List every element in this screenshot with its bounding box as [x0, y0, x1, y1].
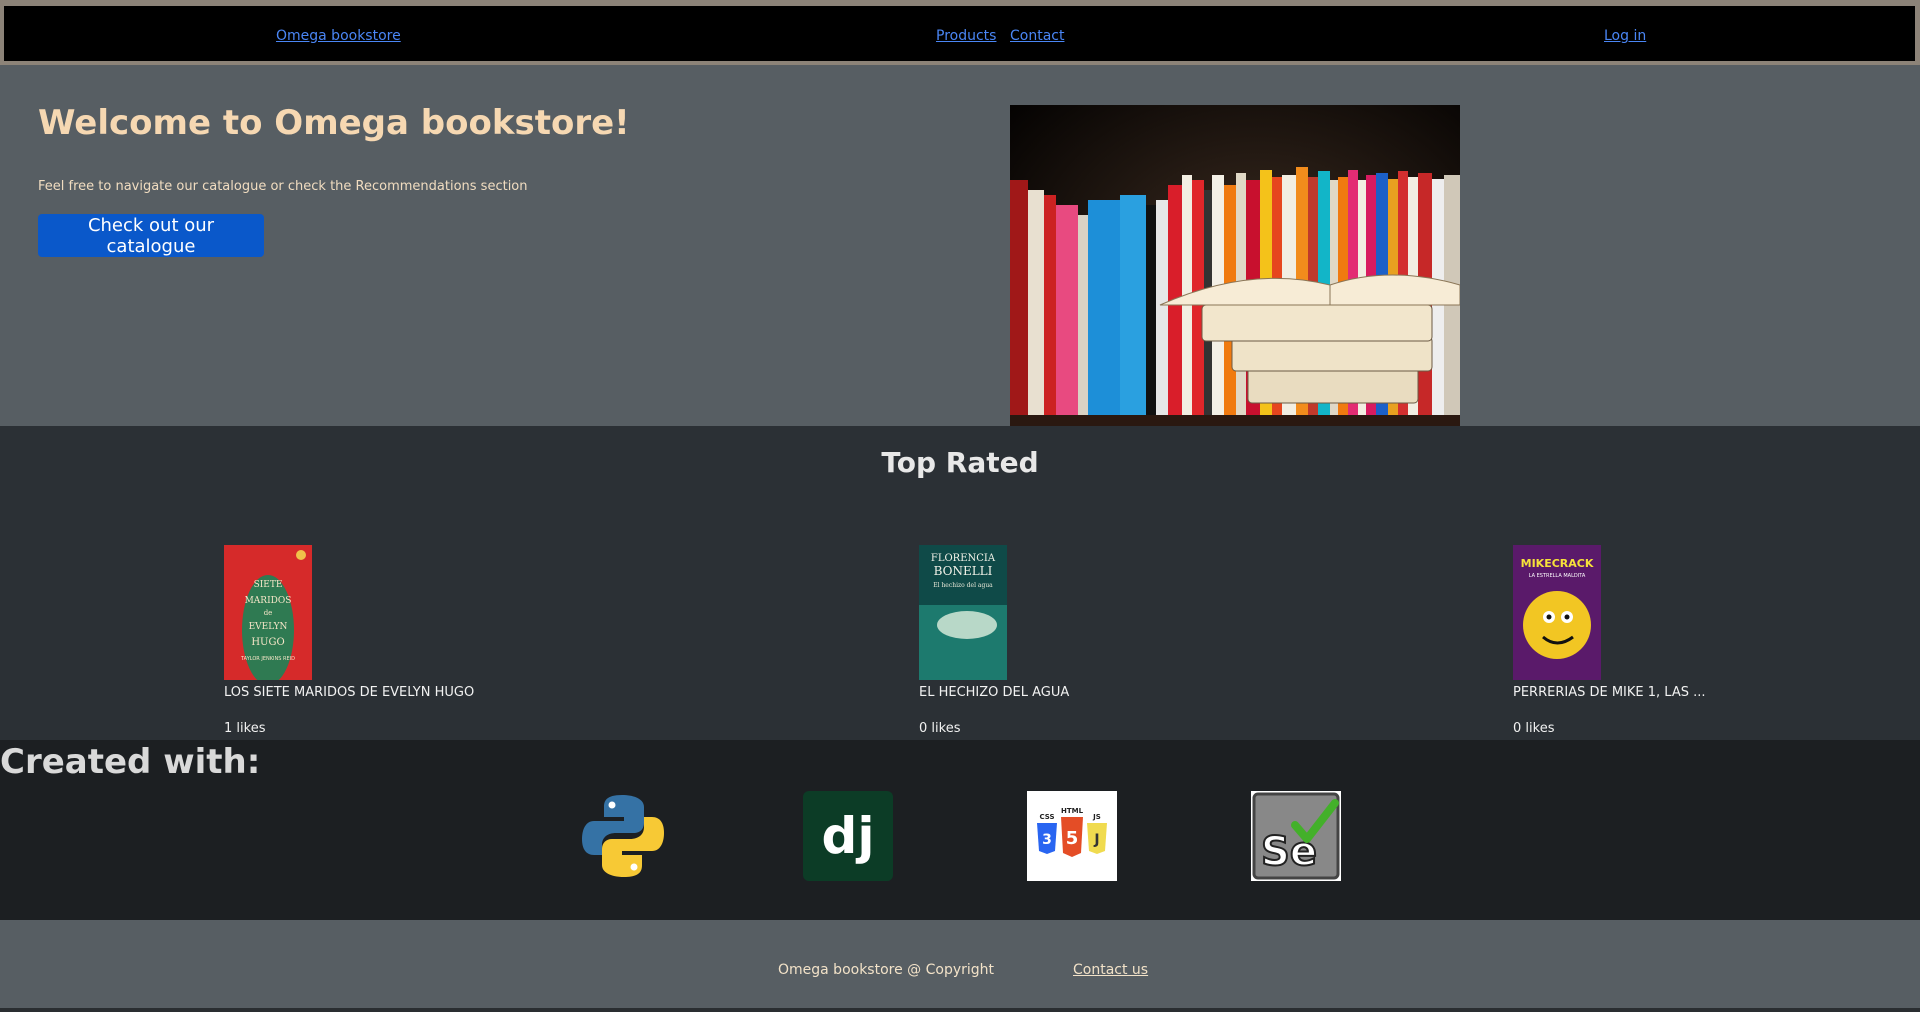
- created-with-heading: Created with:: [0, 742, 261, 782]
- svg-text:3: 3: [1042, 832, 1052, 848]
- bookshelf-image: [1010, 105, 1460, 426]
- nav-brand-link[interactable]: Omega bookstore: [276, 28, 401, 44]
- footer-copyright: Omega bookstore @ Copyright: [778, 962, 995, 978]
- created-with-section: Created with: dj CSS HTML JS 3 5 J Se: [0, 740, 1920, 920]
- footer: Omega bookstore @ Copyright Contact us: [0, 920, 1920, 1012]
- top-rated-section: Top Rated SIETE MARIDOS de EVELYN HUGO T…: [0, 426, 1920, 740]
- css-label: CSS: [1039, 813, 1054, 821]
- cover-text: BONELLI: [934, 564, 993, 578]
- js-label: JS: [1092, 813, 1101, 821]
- svg-text:J: J: [1093, 832, 1099, 848]
- django-text: dj: [822, 807, 875, 865]
- book-card[interactable]: FLORENCIA BONELLI El hechizo del agua EL…: [919, 545, 1219, 736]
- cover-text: FLORENCIA: [931, 553, 996, 564]
- cover-text: El hechizo del agua: [933, 582, 993, 589]
- cover-text: SIETE: [254, 580, 283, 590]
- navbar: Omega bookstore Products Contact Log in: [4, 6, 1915, 61]
- book-likes: 0 likes: [919, 721, 961, 736]
- nav-contact-link[interactable]: Contact: [1010, 28, 1064, 44]
- cover-text: MARIDOS: [245, 596, 292, 606]
- hero-subtitle: Feel free to navigate our catalogue or c…: [38, 179, 528, 194]
- nav-login-link[interactable]: Log in: [1604, 28, 1646, 44]
- top-frame: Omega bookstore Products Contact Log in: [0, 0, 1920, 65]
- book-card[interactable]: MIKECRACK LA ESTRELLA MALDITA PERRERIAS …: [1513, 545, 1813, 736]
- python-logo-icon: [578, 791, 668, 881]
- top-rated-heading: Top Rated: [881, 446, 1039, 479]
- catalogue-button[interactable]: Check out our catalogue: [38, 214, 264, 257]
- svg-text:5: 5: [1066, 828, 1079, 849]
- cover-text: HUGO: [251, 637, 284, 648]
- book-likes: 0 likes: [1513, 721, 1555, 736]
- html-label: HTML: [1061, 807, 1084, 815]
- book-cover[interactable]: MIKECRACK LA ESTRELLA MALDITA: [1513, 545, 1601, 680]
- book-likes: 1 likes: [224, 721, 266, 736]
- nav-products-link[interactable]: Products: [936, 28, 996, 44]
- cover-text: de: [264, 609, 273, 617]
- selenium-logo-icon: Se: [1251, 791, 1341, 881]
- book-title[interactable]: LOS SIETE MARIDOS DE EVELYN HUGO: [224, 685, 474, 700]
- cover-text: MIKECRACK: [1521, 557, 1594, 570]
- hero-section: Welcome to Omega bookstore! Feel free to…: [0, 65, 1920, 426]
- book-title[interactable]: EL HECHIZO DEL AGUA: [919, 685, 1069, 700]
- cover-text: EVELYN: [249, 622, 288, 632]
- django-logo-icon: dj: [803, 791, 893, 881]
- book-cover[interactable]: FLORENCIA BONELLI El hechizo del agua: [919, 545, 1007, 680]
- book-card[interactable]: SIETE MARIDOS de EVELYN HUGO TAYLOR JENK…: [224, 545, 524, 736]
- footer-bottom-border: [0, 1008, 1920, 1012]
- footer-contact-link[interactable]: Contact us: [1073, 962, 1148, 978]
- cover-text: TAYLOR JENKINS REID: [240, 656, 295, 662]
- html-css-js-logo-icon: CSS HTML JS 3 5 J: [1027, 791, 1117, 881]
- hero-title: Welcome to Omega bookstore!: [38, 103, 630, 143]
- book-cover[interactable]: SIETE MARIDOS de EVELYN HUGO TAYLOR JENK…: [224, 545, 312, 680]
- book-title[interactable]: PERRERIAS DE MIKE 1, LAS ...: [1513, 685, 1706, 700]
- cover-text: LA ESTRELLA MALDITA: [1529, 573, 1586, 579]
